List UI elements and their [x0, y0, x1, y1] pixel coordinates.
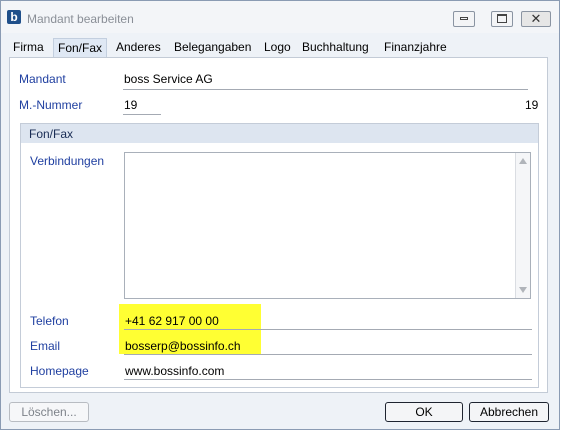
close-icon: ✕ — [530, 11, 542, 26]
mandant-field[interactable]: boss Service AG — [124, 72, 213, 86]
nummer-label: M.-Nummer — [19, 98, 83, 112]
ok-button[interactable]: OK — [385, 402, 463, 422]
window-title: Mandant bearbeiten — [27, 12, 134, 26]
mandant-underline — [123, 89, 528, 90]
cancel-button[interactable]: Abbrechen — [469, 402, 549, 422]
maximize-button[interactable] — [491, 11, 513, 27]
tab-firma[interactable]: Firma — [13, 38, 44, 58]
minimize-icon — [460, 17, 468, 20]
tab-anderes[interactable]: Anderes — [116, 38, 161, 58]
telefon-label: Telefon — [30, 314, 69, 328]
verbindungen-textarea[interactable] — [124, 152, 531, 299]
scroll-down-arrow-icon[interactable] — [519, 287, 527, 293]
tab-buchhaltung[interactable]: Buchhaltung — [302, 38, 369, 58]
email-label: Email — [30, 339, 61, 353]
homepage-label: Homepage — [30, 364, 89, 378]
tab-logo[interactable]: Logo — [264, 38, 291, 58]
tab-panel: Mandant boss Service AG M.-Nummer 19 19 … — [9, 57, 548, 393]
telefon-underline — [124, 329, 532, 330]
homepage-underline — [124, 379, 532, 380]
tab-finanzjahre[interactable]: Finanzjahre — [384, 38, 447, 58]
app-logo-icon: b — [7, 10, 21, 24]
telefon-field[interactable]: +41 62 917 00 00 — [125, 314, 219, 328]
nummer-field[interactable]: 19 — [124, 98, 137, 112]
email-underline — [124, 354, 532, 355]
group-header: Fon/Fax — [21, 124, 538, 143]
maximize-icon — [497, 14, 507, 23]
tab-fon-fax[interactable]: Fon/Fax — [53, 38, 108, 58]
delete-button[interactable]: Löschen... — [9, 402, 89, 422]
tab-belegangaben[interactable]: Belegangaben — [174, 38, 251, 58]
dialog-window: b Mandant bearbeiten ✕ Firma Fon/Fax And… — [0, 0, 560, 430]
verbindungen-label: Verbindungen — [30, 154, 105, 168]
mandant-label: Mandant — [19, 72, 66, 86]
minimize-button[interactable] — [453, 11, 475, 27]
fon-fax-group: Fon/Fax Verbindungen Telefon +41 62 917 … — [20, 123, 539, 388]
close-button[interactable]: ✕ — [521, 11, 551, 27]
email-field[interactable]: bosserp@bossinfo.ch — [125, 339, 241, 353]
scroll-up-arrow-icon[interactable] — [519, 158, 527, 164]
group-title: Fon/Fax — [29, 127, 74, 141]
title-bar: b Mandant bearbeiten ✕ — [1, 1, 559, 33]
nummer-underline — [123, 114, 161, 115]
verbindungen-scrollbar[interactable] — [515, 153, 530, 298]
nummer-display: 19 — [525, 98, 539, 112]
homepage-field[interactable]: www.bossinfo.com — [125, 364, 224, 378]
